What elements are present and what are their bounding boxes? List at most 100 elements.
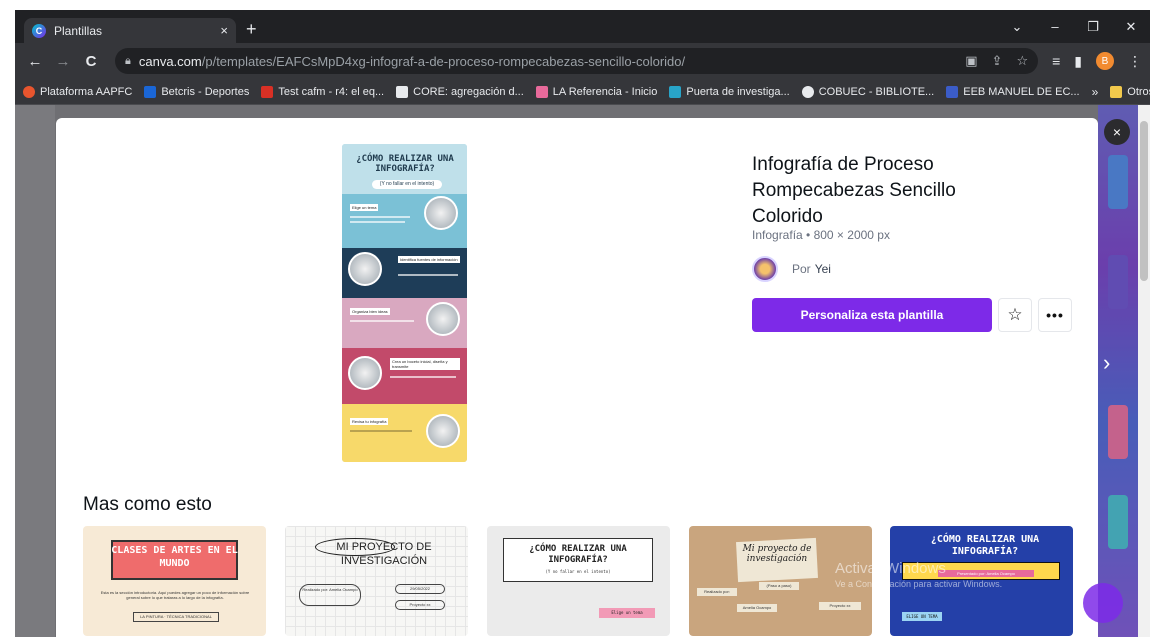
author-name-link[interactable]: Yei xyxy=(815,262,831,276)
bookmark-favicon-icon xyxy=(946,85,959,98)
card-bubble: 29/05/2022 xyxy=(395,584,445,594)
preview-text-line xyxy=(390,376,456,378)
preview-photo xyxy=(348,356,382,390)
template-title: Infografía de Proceso Rompecabezas Senci… xyxy=(752,154,956,227)
browser-toolbar: ← → C 🔒︎ canva.com /p/templates/EAFCsMpD… xyxy=(15,43,1150,79)
card-bubble: Proyecto xx xyxy=(395,600,445,610)
profile-avatar[interactable]: B xyxy=(1096,52,1114,70)
next-template-arrow-icon[interactable]: › xyxy=(1103,350,1110,376)
bookmarks-overflow-button[interactable]: » xyxy=(1092,85,1099,99)
bookmark-favicon-icon xyxy=(144,85,157,98)
star-icon[interactable]: ☆ xyxy=(1016,53,1028,69)
template-author[interactable]: Por Yei xyxy=(752,256,831,282)
card-body-text: Esta es la sección introductoria. Aquí p… xyxy=(100,590,250,600)
preview-photo xyxy=(424,196,458,230)
screen: C Plantillas × + ⌄ – ❐ ✕ ← → C 🔒︎ canva.… xyxy=(0,0,1150,637)
more-options-button[interactable]: ••• xyxy=(1038,298,1072,332)
bookmark-label: COBUEC - BIBLIOTE... xyxy=(818,85,935,98)
template-card[interactable]: ¿CÓMO REALIZAR UNA INFOGRAFÍA? (Y no fal… xyxy=(487,526,670,636)
card-title: CLASES DE ARTES EN EL MUNDO xyxy=(111,545,238,569)
help-fab-button[interactable] xyxy=(1083,583,1123,623)
preview-step-label: Identifica fuentes de información xyxy=(398,256,460,263)
bookmark-item[interactable]: LA Referencia - Inicio xyxy=(535,85,657,98)
card-note: Proyecto xx xyxy=(819,602,861,610)
tab-search-icon[interactable]: ⌄ xyxy=(998,19,1036,35)
toolbar-icons: ≡ ▮ B ⋮ xyxy=(1046,52,1142,70)
bookmarks-bar: Plataforma AAPFC Betcris - Deportes Test… xyxy=(15,79,1150,105)
backdrop-tile xyxy=(1108,155,1128,209)
bookmark-item[interactable]: Plataforma AAPFC xyxy=(23,85,132,98)
url-host: canva.com xyxy=(138,53,202,69)
template-card[interactable]: CLASES DE ARTES EN EL MUNDO Esta es la s… xyxy=(83,526,266,636)
new-tab-button[interactable]: + xyxy=(246,19,257,40)
bookmark-item[interactable]: Test cafm - r4: el eq... xyxy=(261,85,384,98)
card-bubble: Realizado por: Amelia Ocampo xyxy=(299,584,361,606)
preview-text-line xyxy=(398,274,458,276)
backdrop-tile xyxy=(1108,255,1128,309)
restore-button[interactable]: ❐ xyxy=(1074,19,1112,35)
bookmark-favicon-icon xyxy=(801,85,814,98)
preview-title: ¿CÓMO REALIZAR UNA INFOGRAFÍA? xyxy=(356,154,454,174)
template-preview-image[interactable]: ¿CÓMO REALIZAR UNA INFOGRAFÍA? (Y no fal… xyxy=(342,144,467,462)
forward-button[interactable]: → xyxy=(51,53,75,70)
close-modal-button[interactable]: × xyxy=(1104,119,1130,145)
omnibox-icons: ▣ ⇪ ☆ xyxy=(965,53,1028,69)
author-avatar[interactable] xyxy=(752,256,778,282)
back-button[interactable]: ← xyxy=(23,53,47,70)
preview-text-line xyxy=(350,430,412,432)
preview-step-label: Revisa tu infografía xyxy=(350,418,389,425)
card-step-label: ELIGE UN TEMA xyxy=(902,612,942,621)
bookmark-item[interactable]: EEB MANUEL DE EC... xyxy=(946,85,1080,98)
preview-photo xyxy=(426,414,460,448)
watermark-line-2: Ve a Configuración para activar Windows. xyxy=(835,579,1003,589)
canva-favicon-icon: C xyxy=(32,23,46,38)
preview-text-line xyxy=(350,221,405,223)
side-panel-icon[interactable]: ▮ xyxy=(1074,53,1082,70)
favorite-star-icon[interactable]: ☆ xyxy=(998,298,1032,332)
scrollbar-thumb[interactable] xyxy=(1140,121,1148,281)
tab-plantillas[interactable]: C Plantillas × xyxy=(24,18,236,43)
card-title: ¿CÓMO REALIZAR UNA INFOGRAFÍA? xyxy=(529,544,627,565)
url-path: /p/templates/EAFCsMpD4xg-infograf-a-de-p… xyxy=(201,53,686,69)
bookmark-favicon-icon xyxy=(669,85,682,98)
bookmark-item[interactable]: Betcris - Deportes xyxy=(144,85,250,98)
browser-window: C Plantillas × + ⌄ – ❐ ✕ ← → C 🔒︎ canva.… xyxy=(15,10,1150,637)
card-note: (Paso a paso) xyxy=(759,582,799,590)
minimize-button[interactable]: – xyxy=(1036,19,1074,34)
card-note: Realizado por: xyxy=(697,588,737,596)
translate-icon[interactable]: ▣ xyxy=(965,53,977,69)
card-title: MI PROYECTO DE INVESTIGACIÓN xyxy=(336,541,432,567)
reload-button[interactable]: C xyxy=(79,53,103,70)
watermark-line-1: Activar Windows xyxy=(835,560,946,577)
template-card[interactable]: MI PROYECTO DE INVESTIGACIÓN Realizado p… xyxy=(285,526,468,636)
window-controls: ⌄ – ❐ ✕ xyxy=(998,10,1150,43)
browser-menu-icon[interactable]: ⋮ xyxy=(1128,53,1142,70)
reading-list-icon[interactable]: ≡ xyxy=(1052,53,1060,69)
address-bar[interactable]: 🔒︎ canva.com /p/templates/EAFCsMpD4xg-in… xyxy=(115,48,1039,74)
other-bookmarks[interactable]: Otros marcadores xyxy=(1110,85,1150,98)
bookmark-item[interactable]: Puerta de investiga... xyxy=(669,85,790,98)
more-like-this-heading: Mas como esto xyxy=(83,494,212,515)
bookmark-label: Betcris - Deportes xyxy=(161,85,250,98)
bookmark-label: EEB MANUEL DE EC... xyxy=(963,85,1080,98)
author-by-label: Por xyxy=(792,262,811,276)
preview-step-label: Organiza bien ideas xyxy=(350,308,390,315)
template-meta: Infografía • 800 × 2000 px xyxy=(752,228,890,242)
bookmark-item[interactable]: CORE: agregación d... xyxy=(396,85,524,98)
bookmark-item[interactable]: COBUEC - BIBLIOTE... xyxy=(801,85,935,98)
other-bookmarks-label: Otros marcadores xyxy=(1127,85,1150,98)
card-note: Amelia Ocampo xyxy=(737,604,777,612)
share-icon[interactable]: ⇪ xyxy=(992,53,1003,69)
close-window-button[interactable]: ✕ xyxy=(1112,19,1150,35)
tab-strip: C Plantillas × + ⌄ – ❐ ✕ xyxy=(15,10,1150,43)
lock-icon[interactable]: 🔒︎ xyxy=(125,55,131,68)
bookmark-favicon-icon xyxy=(261,85,274,98)
canva-page: ¿CÓMO REALIZAR UNA INFOGRAFÍA? (Y no fal… xyxy=(15,105,1150,637)
folder-icon xyxy=(1110,85,1123,98)
bookmark-label: Puerta de investiga... xyxy=(686,85,790,98)
page-scrollbar[interactable] xyxy=(1138,105,1150,637)
customize-template-button[interactable]: Personaliza esta plantilla xyxy=(752,298,992,332)
card-step-label: Elige un tema xyxy=(599,608,655,618)
tab-close-icon[interactable]: × xyxy=(220,23,228,38)
preview-photo xyxy=(348,252,382,286)
